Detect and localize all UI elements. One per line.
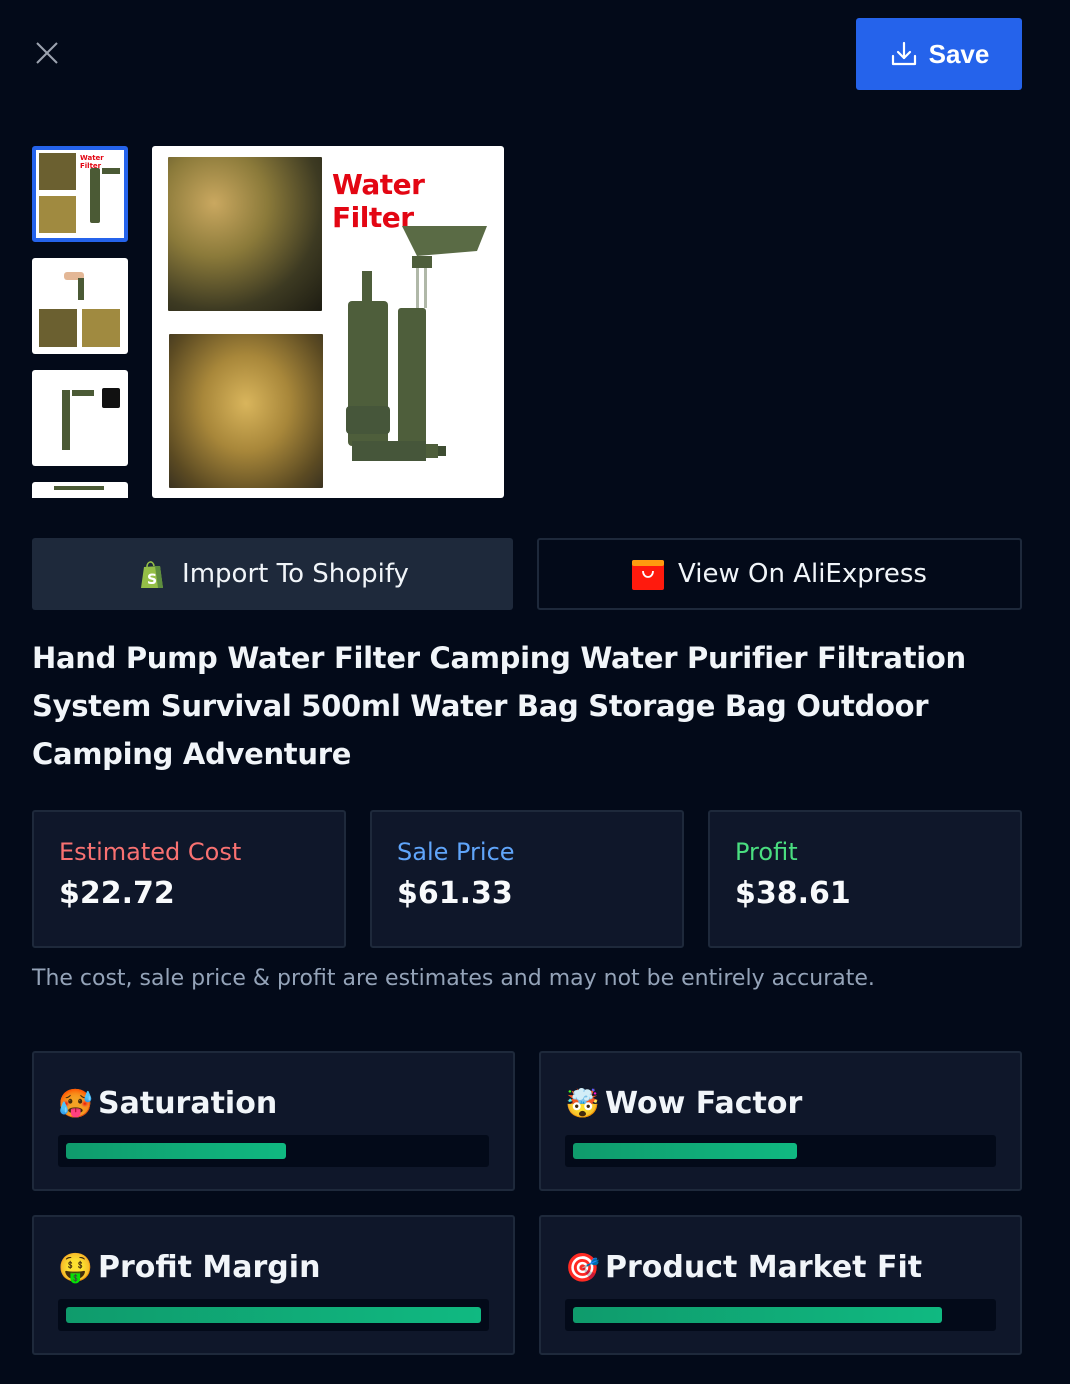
save-button[interactable]: Save [856,18,1022,90]
sale-price-value: $61.33 [397,876,513,911]
pricing-disclaimer: The cost, sale price & profit are estima… [32,966,875,991]
metric-saturation: 🥵 Saturation [32,1051,515,1191]
progress-track [58,1135,489,1167]
view-on-aliexpress-button[interactable]: View On AliExpress [537,538,1022,610]
thumbnail-list[interactable]: Water Filter [32,146,128,498]
shopify-bag-icon: S [141,561,164,588]
progress-fill [66,1307,481,1323]
action-row: S Import To Shopify View On AliExpress [32,538,1022,610]
progress-track [58,1299,489,1331]
download-icon [891,41,916,66]
close-icon [36,42,58,64]
view-on-aliexpress-label: View On AliExpress [678,559,927,589]
import-to-shopify-label: Import To Shopify [182,559,409,589]
thumbnail-3[interactable] [32,370,128,466]
pricing-stats: Estimated Cost $22.72 Sale Price $61.33 … [32,810,1022,948]
sale-price-label: Sale Price [397,838,515,866]
svg-text:S: S [147,572,157,588]
metric-label: Saturation [98,1085,278,1121]
estimated-cost-label: Estimated Cost [59,838,242,866]
metric-wow-factor: 🤯 Wow Factor [539,1051,1022,1191]
target-icon: 🎯 [565,1250,600,1284]
progress-track [565,1135,996,1167]
estimated-cost-card: Estimated Cost $22.72 [32,810,346,948]
close-button[interactable] [32,38,62,68]
progress-track [565,1299,996,1331]
image-caption: Water Filter [332,168,425,234]
aliexpress-icon [632,560,665,590]
sale-price-card: Sale Price $61.33 [370,810,684,948]
hot-face-icon: 🥵 [58,1086,93,1120]
metric-label: Profit Margin [98,1249,321,1285]
profit-value: $38.61 [735,876,851,911]
progress-fill [66,1143,286,1159]
thumbnail-4[interactable] [32,482,128,498]
thumbnail-1[interactable]: Water Filter [32,146,128,242]
exploding-head-icon: 🤯 [565,1086,600,1120]
water-pump-illustration [346,226,487,461]
progress-fill [573,1143,798,1159]
metric-profit-margin: 🤑 Profit Margin [32,1215,515,1355]
photo-filter-in-water [169,334,323,488]
product-title: Hand Pump Water Filter Camping Water Pur… [32,641,966,771]
thumbnail-2[interactable] [32,258,128,354]
metric-label: Product Market Fit [605,1249,923,1285]
main-product-image: Water Filter [152,146,504,498]
progress-fill [573,1307,943,1323]
metrics-grid: 🥵 Saturation 🤯 Wow Factor 🤑 Profit Margi… [32,1051,1022,1355]
estimated-cost-value: $22.72 [59,876,175,911]
metric-label: Wow Factor [605,1085,803,1121]
metric-product-market-fit: 🎯 Product Market Fit [539,1215,1022,1355]
import-to-shopify-button[interactable]: S Import To Shopify [32,538,513,610]
save-label: Save [928,38,990,69]
profit-card: Profit $38.61 [708,810,1022,948]
money-mouth-icon: 🤑 [58,1250,93,1284]
photo-drinking-stream [168,157,322,311]
profit-label: Profit [735,838,798,866]
